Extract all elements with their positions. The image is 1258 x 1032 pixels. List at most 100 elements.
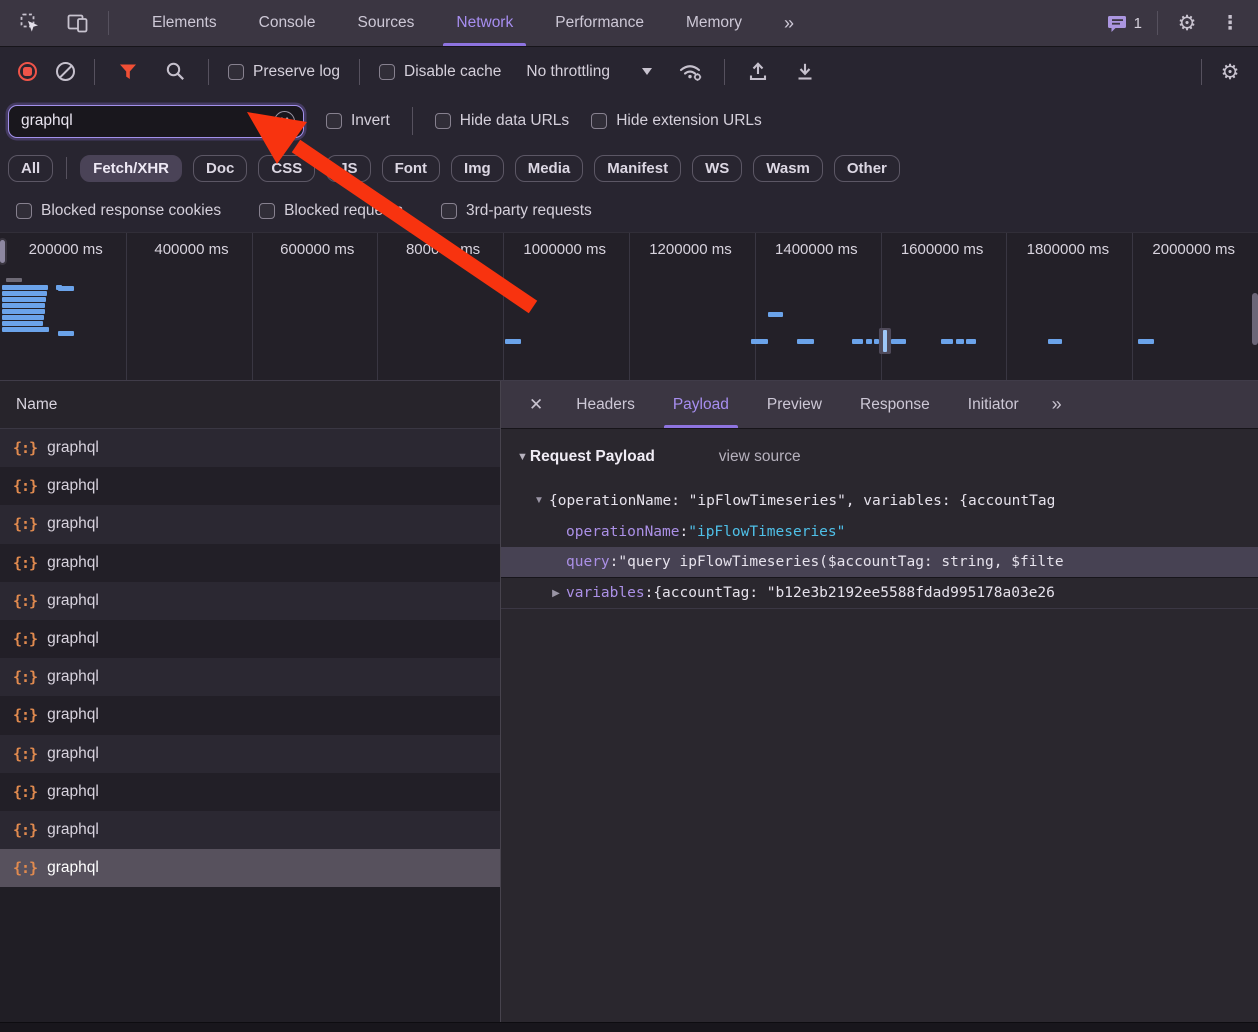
hide-extension-urls-checkbox[interactable]: Hide extension URLs: [591, 112, 762, 130]
3rd-party-requests-checkbox[interactable]: 3rd-party requests: [441, 202, 592, 220]
payload-row[interactable]: ▶variables: {accountTag: "b12e3b2192ee55…: [501, 578, 1258, 609]
expand-triangle-icon[interactable]: ▶: [546, 588, 566, 599]
detail-tab-headers[interactable]: Headers: [557, 381, 654, 428]
checkbox: [435, 113, 451, 129]
search-icon[interactable]: [161, 58, 189, 86]
tab-more[interactable]: »: [763, 0, 813, 46]
hide-data-urls-label: Hide data URLs: [460, 112, 569, 130]
request-name: graphql: [47, 592, 99, 610]
invert-checkbox[interactable]: Invert: [326, 112, 390, 130]
tab-sources[interactable]: Sources: [337, 0, 436, 46]
name-column-header[interactable]: Name: [0, 381, 500, 429]
table-row[interactable]: {:}graphql: [0, 620, 500, 658]
timeline-right-handle[interactable]: [1252, 293, 1258, 345]
table-row[interactable]: {:}graphql: [0, 735, 500, 773]
hide-data-urls-checkbox[interactable]: Hide data URLs: [435, 112, 569, 130]
chip-doc[interactable]: Doc: [193, 155, 247, 182]
table-row[interactable]: {:}graphql: [0, 849, 500, 887]
table-row[interactable]: {:}graphql: [0, 505, 500, 543]
chip-other[interactable]: Other: [834, 155, 900, 182]
timeline-tick: 1400000 ms: [755, 241, 881, 258]
network-settings-gear-icon[interactable]: ⚙: [1216, 58, 1244, 86]
preserve-log-label: Preserve log: [253, 63, 340, 81]
detail-tab-preview[interactable]: Preview: [748, 381, 841, 428]
blocked-response-cookies-checkbox[interactable]: Blocked response cookies: [16, 202, 221, 220]
blocked-requests-checkbox[interactable]: Blocked requests: [259, 202, 403, 220]
table-row[interactable]: {:}graphql: [0, 582, 500, 620]
table-row[interactable]: {:}graphql: [0, 544, 500, 582]
import-har-icon[interactable]: [744, 58, 772, 86]
request-bar: [956, 339, 964, 344]
payload-view: ▼ Request Payload view source ▼ {operati…: [501, 429, 1258, 609]
devtools-window: ElementsConsoleSourcesNetworkPerformance…: [0, 0, 1258, 1032]
payload-preview-line[interactable]: ▼ {operationName: "ipFlowTimeseries", va…: [501, 485, 1258, 516]
request-bar: [891, 339, 906, 344]
tab-elements[interactable]: Elements: [131, 0, 238, 46]
disable-cache-label: Disable cache: [404, 63, 501, 81]
table-row[interactable]: {:}graphql: [0, 429, 500, 467]
detail-tab-response[interactable]: Response: [841, 381, 949, 428]
preserve-log-checkbox[interactable]: Preserve log: [228, 63, 340, 81]
network-conditions-icon[interactable]: [677, 58, 705, 86]
table-row[interactable]: {:}graphql: [0, 467, 500, 505]
kebab-menu-icon[interactable]: ⋮: [1216, 9, 1244, 37]
tab-performance[interactable]: Performance: [534, 0, 665, 46]
request-bar: [58, 331, 74, 336]
chip-manifest[interactable]: Manifest: [594, 155, 681, 182]
record-button[interactable]: [18, 62, 37, 81]
detail-tab-payload[interactable]: Payload: [654, 381, 748, 428]
json-braces-icon: {:}: [13, 554, 37, 572]
view-source-link[interactable]: view source: [719, 448, 801, 466]
chip-css[interactable]: CSS: [258, 155, 315, 182]
chip-fetch-xhr[interactable]: Fetch/XHR: [80, 155, 182, 182]
request-bar: [941, 339, 953, 344]
timeline-tick: 800000 ms: [377, 241, 503, 258]
payload-preview-text: {operationName: "ipFlowTimeseries", vari…: [549, 493, 1055, 509]
chip-wasm[interactable]: Wasm: [753, 155, 823, 182]
hide-extension-urls-label: Hide extension URLs: [616, 112, 762, 130]
chip-media[interactable]: Media: [515, 155, 584, 182]
disable-cache-checkbox[interactable]: Disable cache: [379, 63, 501, 81]
invert-label: Invert: [351, 112, 390, 130]
detail-tab-initiator[interactable]: Initiator: [949, 381, 1038, 428]
request-bar: [2, 309, 45, 314]
issues-counter[interactable]: 1: [1108, 15, 1142, 32]
clear-filter-icon[interactable]: [274, 111, 295, 132]
chip-js[interactable]: JS: [326, 155, 370, 182]
tab-memory[interactable]: Memory: [665, 0, 763, 46]
request-bar: [2, 297, 46, 302]
table-row[interactable]: {:}graphql: [0, 658, 500, 696]
tab-console[interactable]: Console: [238, 0, 337, 46]
payload-separator: :: [645, 585, 654, 601]
filter-input[interactable]: [21, 112, 274, 130]
chip-font[interactable]: Font: [382, 155, 440, 182]
divider: [94, 59, 95, 85]
close-detail-icon[interactable]: ✕: [515, 381, 557, 428]
chip-ws[interactable]: WS: [692, 155, 742, 182]
timeline-tick: 2000000 ms: [1132, 241, 1258, 258]
collapse-triangle-icon[interactable]: ▼: [517, 451, 528, 463]
request-rows: {:}graphql{:}graphql{:}graphql{:}graphql…: [0, 429, 500, 887]
inspect-element-icon[interactable]: [16, 9, 44, 37]
settings-gear-icon[interactable]: ⚙: [1173, 9, 1201, 37]
request-name: graphql: [47, 859, 99, 877]
timeline-tick: 1600000 ms: [881, 241, 1007, 258]
device-toolbar-icon[interactable]: [64, 9, 92, 37]
detail-more-tabs-icon[interactable]: »: [1038, 381, 1074, 428]
tab-network[interactable]: Network: [435, 0, 534, 46]
table-row[interactable]: {:}graphql: [0, 696, 500, 734]
issues-bubble-icon: [1108, 15, 1127, 32]
export-har-icon[interactable]: [791, 58, 819, 86]
table-row[interactable]: {:}graphql: [0, 773, 500, 811]
throttling-dropdown[interactable]: No throttling: [526, 63, 652, 81]
payload-row[interactable]: query: "query ipFlowTimeseries($accountT…: [501, 547, 1258, 578]
chip-all[interactable]: All: [8, 155, 53, 182]
chip-img[interactable]: Img: [451, 155, 504, 182]
filter-funnel-icon[interactable]: [114, 58, 142, 86]
timeline-left-handle[interactable]: [0, 238, 7, 265]
timeline-overview[interactable]: 200000 ms400000 ms600000 ms800000 ms1000…: [0, 232, 1258, 381]
expand-triangle-icon[interactable]: ▼: [529, 495, 549, 506]
table-row[interactable]: {:}graphql: [0, 811, 500, 849]
payload-row[interactable]: operationName: "ipFlowTimeseries": [501, 516, 1258, 547]
clear-button[interactable]: [56, 62, 75, 81]
